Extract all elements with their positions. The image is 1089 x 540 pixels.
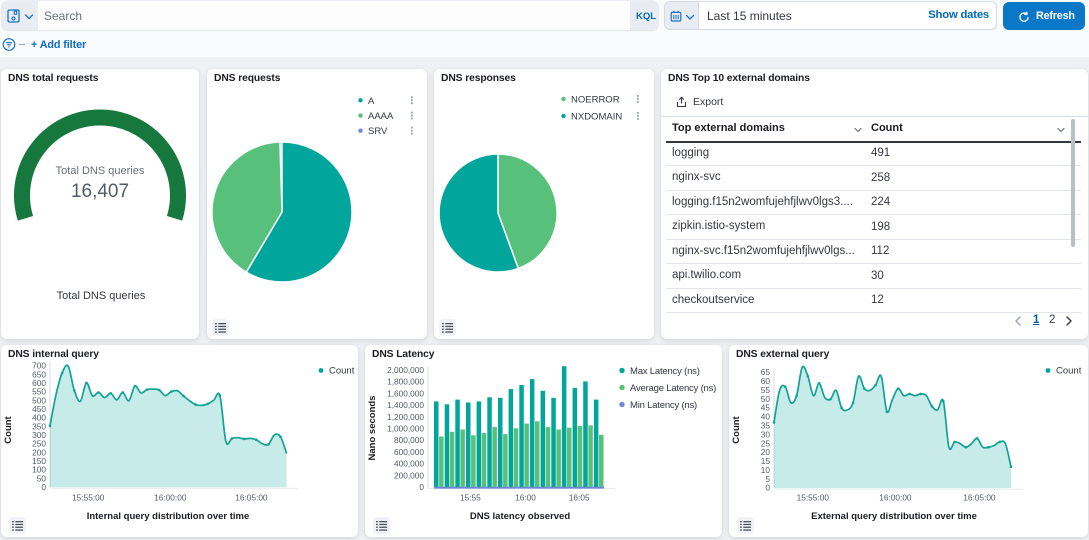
svg-text:16:05: 16:05 [569, 493, 590, 503]
svg-text:A: A [368, 96, 375, 107]
svg-text:2,000,000: 2,000,000 [387, 365, 424, 375]
svg-text:1,600,000: 1,600,000 [387, 388, 424, 398]
svg-text:40: 40 [761, 412, 771, 422]
svg-text:Nano seconds: Nano seconds [367, 396, 378, 461]
svg-text:50: 50 [761, 394, 771, 404]
svg-text:200,000: 200,000 [394, 470, 424, 480]
svg-text:1,000,000: 1,000,000 [387, 424, 424, 434]
svg-text:60: 60 [761, 376, 771, 386]
svg-text:Count: Count [1056, 366, 1082, 377]
svg-text:600,000: 600,000 [394, 447, 424, 457]
svg-text:65: 65 [761, 367, 771, 377]
svg-text:Max Latency (ns): Max Latency (ns) [630, 366, 700, 377]
svg-text:16:00:00: 16:00:00 [879, 493, 912, 503]
svg-text:55: 55 [761, 385, 771, 395]
svg-text:16:00:00: 16:00:00 [154, 493, 187, 503]
svg-text:10: 10 [761, 465, 771, 475]
svg-text:Total DNS queries: Total DNS queries [57, 290, 146, 302]
svg-text:650: 650 [32, 369, 46, 379]
svg-text:25: 25 [761, 438, 771, 448]
svg-text:1,200,000: 1,200,000 [387, 412, 424, 422]
svg-text:15: 15 [761, 456, 771, 466]
svg-text:200: 200 [32, 447, 46, 457]
svg-text:1,400,000: 1,400,000 [387, 400, 424, 410]
svg-text:Total DNS queries: Total DNS queries [56, 165, 145, 177]
svg-text:0: 0 [419, 482, 424, 492]
svg-text:700: 700 [32, 361, 46, 371]
svg-text:250: 250 [32, 439, 46, 449]
svg-text:30: 30 [761, 429, 771, 439]
svg-text:16:05:00: 16:05:00 [963, 493, 996, 503]
svg-text:16,407: 16,407 [71, 181, 129, 202]
svg-text:15:55: 15:55 [460, 493, 481, 503]
svg-text:1,800,000: 1,800,000 [387, 377, 424, 387]
svg-text:Min Latency (ns): Min Latency (ns) [630, 400, 697, 411]
svg-text:45: 45 [761, 403, 771, 413]
svg-text:Count: Count [731, 415, 742, 443]
svg-text:15:55:00: 15:55:00 [72, 493, 105, 503]
svg-text:500: 500 [32, 395, 46, 405]
svg-text:Count: Count [329, 366, 355, 377]
svg-text:Internal query distribution ov: Internal query distribution over time [87, 511, 250, 522]
svg-text:NOERROR: NOERROR [571, 95, 620, 106]
svg-text:Count: Count [3, 415, 14, 443]
svg-text:15:55:00: 15:55:00 [797, 493, 830, 503]
svg-text:35: 35 [761, 421, 771, 431]
svg-text:150: 150 [32, 456, 46, 466]
svg-text:50: 50 [37, 473, 47, 483]
svg-text:0: 0 [41, 482, 46, 492]
svg-text:DNS latency observed: DNS latency observed [470, 511, 571, 522]
svg-text:400: 400 [32, 413, 46, 423]
svg-text:450: 450 [32, 404, 46, 414]
svg-text:800,000: 800,000 [394, 435, 424, 445]
svg-text:0: 0 [765, 483, 770, 493]
svg-text:16:05:00: 16:05:00 [235, 493, 268, 503]
svg-text:16:00: 16:00 [515, 493, 536, 503]
svg-text:External query distribution ov: External query distribution over time [811, 511, 977, 522]
svg-text:5: 5 [765, 474, 770, 484]
svg-text:400,000: 400,000 [394, 459, 424, 469]
svg-text:Average Latency (ns): Average Latency (ns) [630, 383, 716, 394]
svg-text:20: 20 [761, 447, 771, 457]
svg-text:SRV: SRV [368, 126, 388, 137]
svg-text:NXDOMAIN: NXDOMAIN [571, 112, 622, 123]
svg-text:100: 100 [32, 465, 46, 475]
svg-text:300: 300 [32, 430, 46, 440]
svg-text:350: 350 [32, 421, 46, 431]
svg-text:550: 550 [32, 387, 46, 397]
svg-text:AAAA: AAAA [368, 111, 394, 122]
svg-text:600: 600 [32, 378, 46, 388]
